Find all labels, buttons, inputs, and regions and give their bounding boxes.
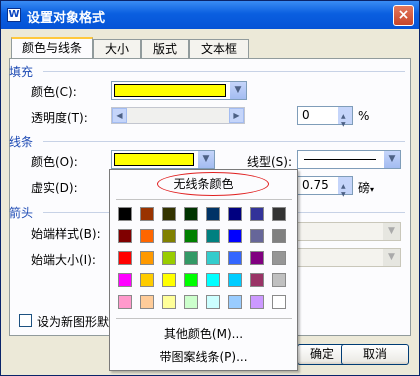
color-swatch[interactable] [162,229,176,243]
line-section-label: 线条 [9,135,34,149]
color-swatch[interactable] [206,207,220,221]
color-swatch[interactable] [250,229,264,243]
pattern-lines-option[interactable]: 带图案线条(P)... [110,348,297,365]
color-swatch[interactable] [118,295,132,309]
color-swatch[interactable] [162,251,176,265]
color-swatch[interactable] [272,251,286,265]
dialog-title: 设置对象格式 [27,11,106,26]
color-swatch[interactable] [250,295,264,309]
color-swatch[interactable] [228,295,242,309]
color-swatch[interactable] [272,273,286,287]
color-swatch[interactable] [118,273,132,287]
color-swatch[interactable] [206,229,220,243]
color-swatch[interactable] [140,273,154,287]
color-swatch[interactable] [184,207,198,221]
color-swatch[interactable] [140,229,154,243]
color-swatch[interactable] [206,295,220,309]
highlight-ellipse [157,172,269,196]
fill-color-dropdown[interactable]: ▼ [111,81,247,100]
line-weight-unit[interactable]: 磅▾ [358,179,374,196]
spin-buttons[interactable]: ▲ ▼ [338,177,352,198]
color-swatch[interactable] [272,229,286,243]
color-swatch[interactable] [162,273,176,287]
ok-button[interactable]: 确定 [297,344,347,365]
color-swatch[interactable] [272,295,286,309]
fill-color-label: 颜色(C): [31,85,77,99]
color-swatch[interactable] [250,207,264,221]
begin-style-label: 始端样式(B): [31,227,101,241]
color-swatch[interactable] [184,229,198,243]
tab-size[interactable]: 大小 [93,39,141,59]
color-swatch[interactable] [162,295,176,309]
linetype-dropdown[interactable]: ▼ [297,150,401,169]
format-object-dialog: W 设置对象格式 × 颜色与线条 大小 版式 文本框 填充 颜色(C): ▼ 透… [0,0,420,376]
linetype-preview [304,159,376,160]
chevron-down-icon: ▼ [383,151,400,168]
color-swatch[interactable] [228,273,242,287]
color-swatch[interactable] [250,273,264,287]
cancel-button[interactable]: 取消 [341,344,409,365]
color-swatch[interactable] [118,229,132,243]
transparency-spinner[interactable]: 0 ▲ ▼ [297,106,353,128]
color-swatch[interactable] [162,207,176,221]
chevron-down-icon: ▼ [197,151,214,168]
chevron-down-icon: ▼ [229,82,246,99]
color-swatch[interactable] [250,251,264,265]
close-button[interactable]: × [393,5,414,26]
transparency-value: 0 [302,108,310,122]
spin-buttons[interactable]: ▲ ▼ [338,107,352,128]
begin-size-label: 始端大小(I): [31,253,96,267]
line-weight-unit-text: 磅 [358,181,371,195]
wps-writer-icon: W [7,8,21,22]
color-swatch[interactable] [206,273,220,287]
chevron-down-icon: ▼ [383,249,400,266]
fill-section-label: 填充 [9,65,34,79]
color-swatch[interactable] [184,273,198,287]
transparency-unit: % [358,109,370,123]
popup-divider [116,199,292,200]
color-swatch[interactable] [228,251,242,265]
line-color-swatch [114,153,194,166]
color-swatch[interactable] [206,251,220,265]
line-divider [43,141,405,142]
color-swatch[interactable] [140,251,154,265]
transparency-label: 透明度(T): [31,111,88,125]
arrow-left-icon[interactable]: ◀ [112,108,127,123]
popup-divider [116,318,292,319]
end-size-dropdown[interactable]: ▼ [297,248,401,267]
line-weight-spinner[interactable]: 0.75 ▲ ▼ [297,176,353,198]
line-color-label: 颜色(O): [31,155,78,169]
tab-colors-lines[interactable]: 颜色与线条 [11,37,93,60]
default-checkbox[interactable] [19,314,32,327]
color-swatch[interactable] [140,207,154,221]
dash-label: 虚实(D): [31,181,78,195]
color-swatch[interactable] [118,207,132,221]
fill-divider [43,71,405,72]
color-swatch[interactable] [184,251,198,265]
more-colors-option[interactable]: 其他颜色(M)... [110,325,297,342]
color-swatch[interactable] [140,295,154,309]
default-checkbox-label: 设为新图形默 [37,315,110,329]
line-color-popup: 无线条颜色 其他颜色(M)... 带图案线条(P)... [109,169,298,371]
line-weight-value: 0.75 [302,178,329,192]
tab-textbox[interactable]: 文本框 [189,39,249,59]
end-style-dropdown[interactable]: ▼ [297,222,401,241]
arrow-right-icon[interactable]: ▶ [229,108,244,123]
line-color-dropdown[interactable]: ▼ [111,150,215,169]
chevron-down-icon: ▼ [383,223,400,240]
arrows-section-label: 箭头 [9,206,34,220]
linetype-label: 线型(S): [247,155,293,169]
color-swatch[interactable] [184,295,198,309]
chevron-down-icon: ▾ [370,185,375,194]
fill-color-swatch [114,84,226,97]
color-swatch[interactable] [228,207,242,221]
tab-layout[interactable]: 版式 [141,39,189,59]
title-bar[interactable]: W 设置对象格式 × [1,1,419,29]
color-swatch[interactable] [118,251,132,265]
color-swatch[interactable] [272,207,286,221]
color-swatch[interactable] [228,229,242,243]
transparency-slider[interactable]: ◀ ▶ [111,107,245,124]
